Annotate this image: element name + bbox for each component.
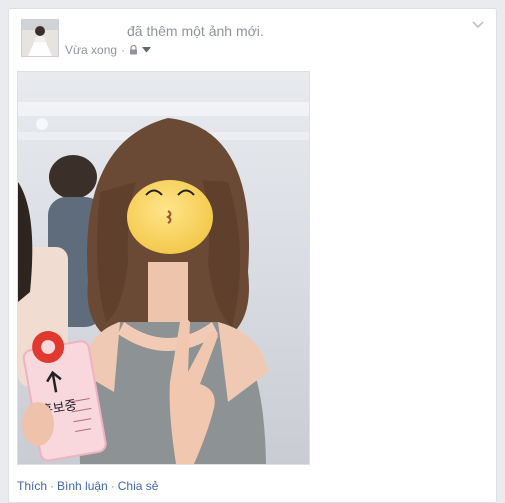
post-meta: Vừa xong · bbox=[65, 43, 152, 57]
post-photo[interactable]: 홍보중 bbox=[17, 71, 310, 465]
avatar-image bbox=[22, 20, 58, 56]
photo-image: 홍보중 bbox=[18, 72, 309, 464]
comment-link[interactable]: Bình luận bbox=[57, 479, 108, 493]
action-separator: · bbox=[50, 479, 55, 493]
caret-down-icon[interactable] bbox=[142, 47, 152, 53]
share-link[interactable]: Chia sẻ bbox=[118, 479, 159, 493]
post-action-text: đã thêm một ảnh mới. bbox=[127, 23, 264, 39]
like-link[interactable]: Thích bbox=[17, 479, 47, 493]
chevron-down-icon[interactable] bbox=[470, 17, 486, 33]
avatar[interactable] bbox=[21, 19, 59, 57]
feed-post-card: đã thêm một ảnh mới. Vừa xong · 홍보중 Thíc… bbox=[8, 8, 497, 503]
lock-icon bbox=[129, 45, 138, 55]
meta-separator: · bbox=[121, 43, 126, 57]
action-separator: · bbox=[110, 479, 115, 493]
post-actions: Thích · Bình luận · Chia sẻ bbox=[17, 479, 158, 493]
post-timestamp[interactable]: Vừa xong bbox=[65, 43, 117, 57]
